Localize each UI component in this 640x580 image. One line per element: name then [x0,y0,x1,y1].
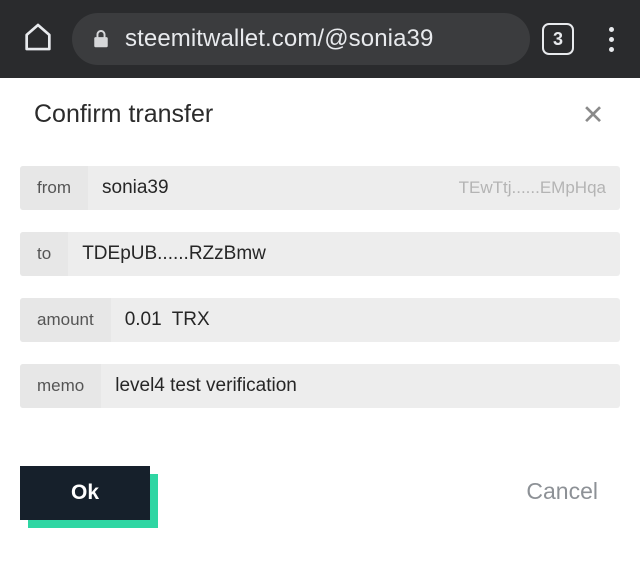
home-button[interactable] [14,15,62,63]
amount-currency: TRX [171,309,210,330]
close-icon[interactable]: ✕ [576,98,610,132]
transfer-details-list: from sonia39 TEwTtj......EMpHqa to TDEpU… [20,166,620,430]
from-account-text: sonia39 [102,177,169,198]
field-value-memo: level4 test verification [101,364,620,408]
dialog-actions: Ok Cancel [0,458,640,578]
ok-button[interactable]: Ok [20,466,150,520]
field-row-memo: memo level4 test verification [20,364,620,408]
cancel-button[interactable]: Cancel [526,478,598,505]
tab-count-label: 3 [552,28,563,49]
field-row-amount: amount 0.01 TRX [20,298,620,342]
field-value-amount: 0.01 TRX [111,298,620,342]
overflow-menu-button[interactable] [596,19,626,59]
to-address-text: TDEpUB......RZzBmw [82,243,266,264]
field-label-from: from [20,166,88,210]
overflow-menu-icon [608,26,614,32]
tab-switcher-button[interactable]: 3 [542,23,574,55]
field-row-from: from sonia39 TEwTtj......EMpHqa [20,166,620,210]
lock-icon [90,28,112,50]
amount-number: 0.01 [124,309,162,330]
field-label-to: to [20,232,69,276]
ok-button-wrapper: Ok [20,466,158,528]
field-value-to: TDEpUB......RZzBmw [68,232,620,276]
page-title: Confirm transfer [34,100,214,128]
overflow-menu-icon-dot3 [608,46,614,52]
from-address-hint: TEwTtj......EMpHqa [458,178,606,197]
field-label-amount: amount [20,298,111,342]
confirm-transfer-dialog: Confirm transfer ✕ from sonia39 TEwTtj..… [0,78,640,580]
overflow-menu-icon-dot2 [608,36,614,42]
field-value-from: sonia39 TEwTtj......EMpHqa [88,166,620,210]
field-row-to: to TDEpUB......RZzBmw [20,232,620,276]
dialog-header: Confirm transfer ✕ [0,78,640,140]
memo-text: level4 test verification [115,375,297,396]
address-bar[interactable]: steemitwallet.com/@sonia39 [72,13,530,65]
url-text: steemitwallet.com/@sonia39 [125,25,434,52]
browser-toolbar: steemitwallet.com/@sonia39 3 [0,0,640,78]
home-icon [21,20,55,59]
field-label-memo: memo [20,364,102,408]
